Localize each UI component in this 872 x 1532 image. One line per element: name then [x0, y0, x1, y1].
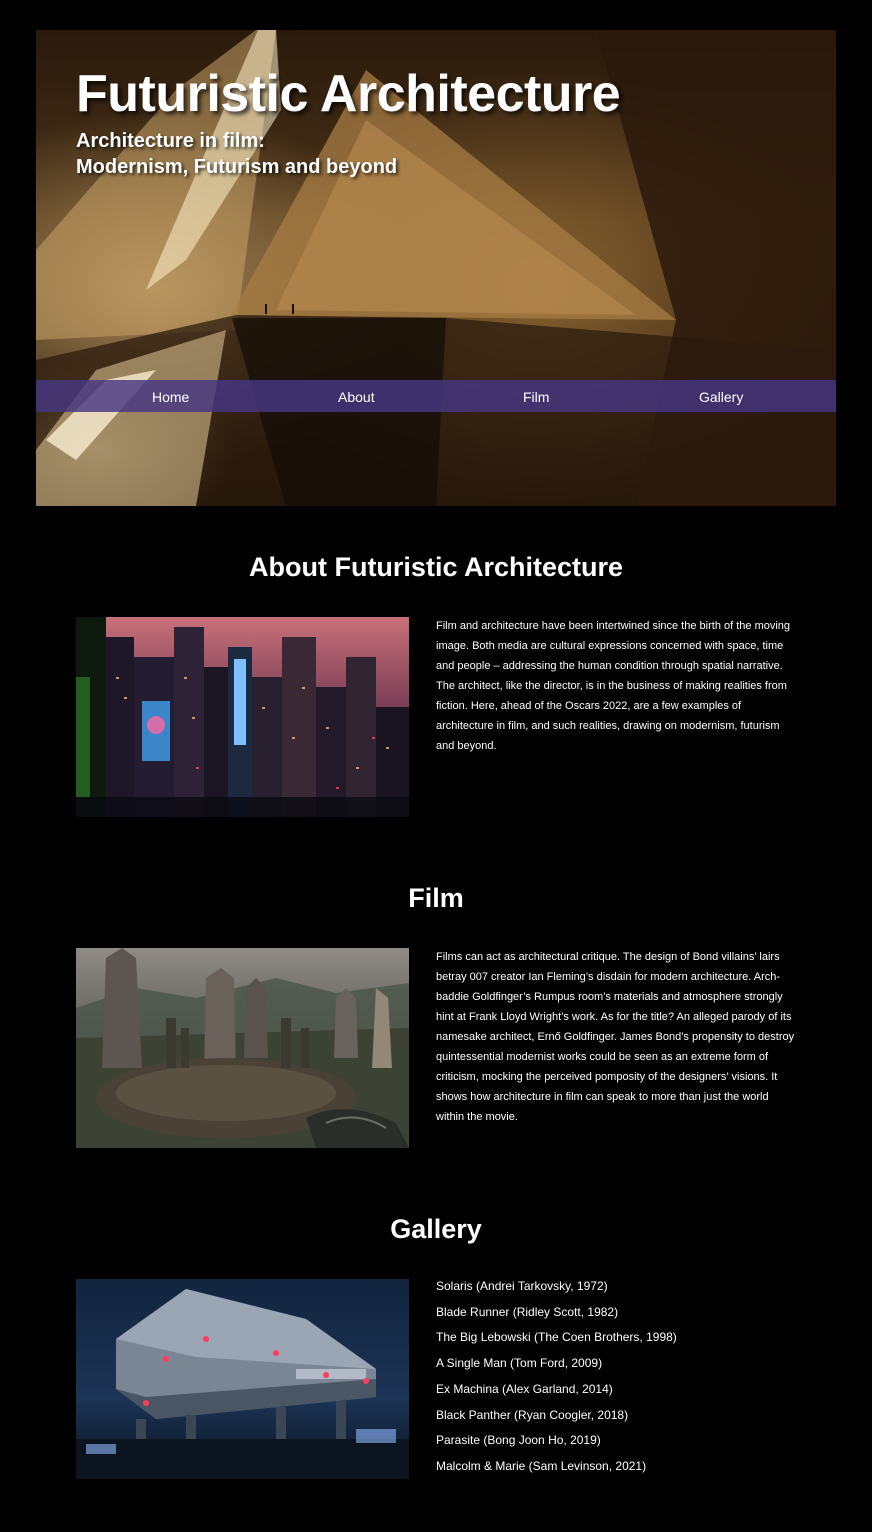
nav-about-link[interactable]: About [338, 380, 375, 412]
gallery-image-museum-building [76, 1279, 409, 1479]
film-image-futuristic-city [76, 948, 409, 1148]
hero-banner: Futuristic Architecture Architecture in … [36, 30, 836, 506]
main-navigation: Home About Film Gallery [36, 380, 836, 412]
gallery-heading: Gallery [390, 1214, 482, 1244]
about-heading: About Futuristic Architecture [248, 552, 624, 582]
site-title: Futuristic Architecture [76, 65, 621, 123]
gallery-list-item: Parasite (Bong Joon Ho, 2019) [436, 1433, 601, 1448]
film-heading: Film [408, 883, 464, 913]
gallery-film-list: Solaris (Andrei Tarkovsky, 1972) Blade R… [436, 1274, 677, 1480]
gallery-list-item: A Single Man (Tom Ford, 2009) [436, 1356, 603, 1371]
about-image-cyberpunk-city [76, 617, 409, 817]
nav-film-link[interactable]: Film [523, 380, 549, 412]
subtitle-line-1: Architecture in film: [76, 130, 265, 152]
gallery-list-item: The Big Lebowski (The Coen Brothers, 199… [436, 1330, 677, 1345]
gallery-list-item: Solaris (Andrei Tarkovsky, 1972) [436, 1279, 608, 1293]
nav-home-link[interactable]: Home [152, 380, 189, 412]
film-paragraph: Films can act as architectural critique.… [436, 951, 795, 1123]
subtitle-line-2: Modernism, Futurism and beyond [76, 156, 398, 178]
gallery-list-item: Blade Runner (Ridley Scott, 1982) [436, 1304, 619, 1319]
site-subtitle: Architecture in film: Modernism, Futuris… [76, 128, 397, 180]
gallery-list-item: Malcolm & Marie (Sam Levinson, 2021) [436, 1458, 647, 1473]
nav-gallery-link[interactable]: Gallery [699, 380, 743, 412]
about-paragraph: Film and architecture have been intertwi… [436, 620, 791, 752]
gallery-list-item: Black Panther (Ryan Coogler, 2018) [436, 1407, 629, 1422]
gallery-list-item: Ex Machina (Alex Garland, 2014) [436, 1381, 613, 1396]
